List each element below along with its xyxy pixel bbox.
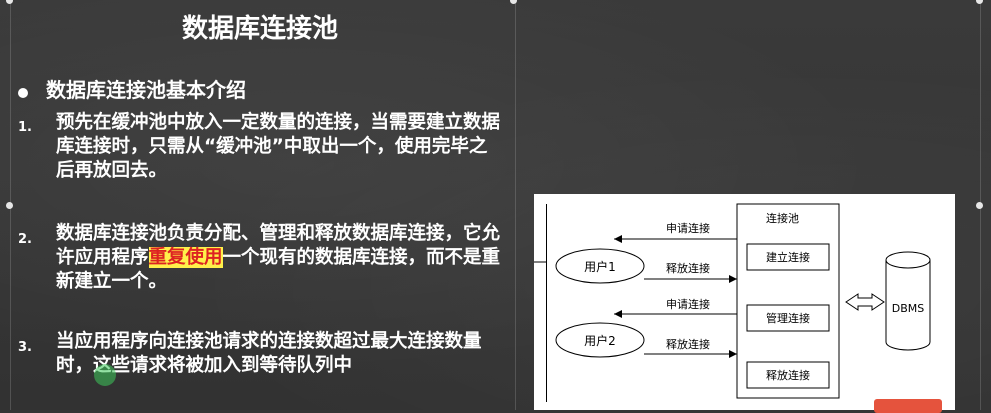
guide-line-middle [515,0,516,410]
item-text-1: 预先在缓冲池中放入一定数量的连接，当需要建立数据库连接时，只需从“缓冲池”中取出… [56,112,501,181]
release-label-1: 释放连接 [666,261,710,275]
slide-title: 数据库连接池 [181,14,338,44]
item-number-3: 3. [18,340,32,355]
connection-pool-diagram: 用户1 用户2 申请连接 释放连接 申请连接 释放连接 连接池 建立连接 管理连 [534,194,955,410]
release-arrow-2-head [729,350,737,358]
pool-action-label-2: 管理连接 [766,311,810,325]
user1-label: 用户1 [584,259,616,274]
dbms-label: DBMS [892,302,925,315]
slide-background: 数据库连接池 数据库连接池基本介绍 1. 预先在缓冲池中放入一定数量的连接，当需… [0,0,991,413]
selection-handle-top-left[interactable] [6,0,13,4]
user2-label: 用户2 [584,333,616,348]
pool-action-label-3: 释放连接 [766,368,810,382]
diagram-svg: 用户1 用户2 申请连接 释放连接 申请连接 释放连接 连接池 建立连接 管理连 [534,203,931,402]
item-text-3: 当应用程序向连接池请求的连接数超过最大连接数量时，这些请求将被加入到等待队列中 [56,331,482,376]
selection-handle-mid-right[interactable] [976,202,983,209]
dbms-cylinder-top [885,251,931,269]
bullet-icon [18,88,28,98]
item-number-2: 2. [18,232,32,247]
request-label-1: 申请连接 [666,222,710,235]
corner-badge[interactable] [874,399,942,413]
section-heading: 数据库连接池基本介绍 [46,78,246,102]
diagram-left-frame [546,204,547,402]
release-arrow-1-head [729,275,737,283]
request-arrow-1-head [614,235,622,243]
double-arrow-icon [845,293,885,311]
highlight-reuse: 重复使用 [148,247,223,268]
pointer-cursor-icon [94,364,116,386]
pool-action-label-1: 建立连接 [766,250,810,264]
request-arrow-2-head [614,310,622,318]
request-label-2: 申请连接 [666,298,710,311]
item-number-1: 1. [18,120,32,135]
release-label-2: 释放连接 [666,337,710,351]
selection-handle-top-right[interactable] [976,0,983,4]
pool-title: 连接池 [766,212,799,225]
selection-handle-mid-left[interactable] [6,202,13,209]
item-text-2: 数据库连接池负责分配、管理和释放数据库连接，它允许应用程序重复使用一个现有的数据… [56,222,501,294]
